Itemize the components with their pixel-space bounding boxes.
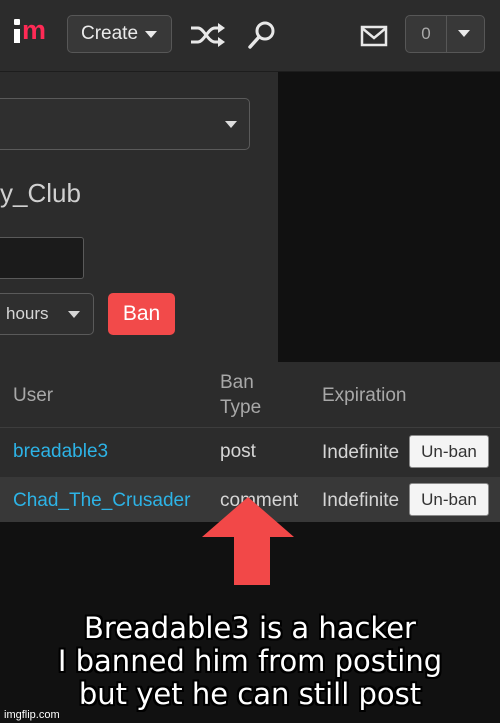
club-name: y_Club (0, 178, 81, 208)
mail-icon[interactable] (360, 25, 388, 47)
stream-select[interactable] (0, 98, 250, 150)
column-header-ban-type: Ban Type (220, 370, 261, 420)
caption-line-2: I banned him from posting (57, 644, 443, 678)
chevron-down-icon[interactable] (458, 30, 470, 37)
dark-side-area (278, 72, 500, 362)
imgflip-watermark: imgflip.com (4, 709, 60, 721)
search-icon[interactable] (246, 19, 278, 51)
column-header-ban-type-line1: Ban (220, 372, 254, 393)
notification-count[interactable]: 0 (406, 16, 447, 52)
row-ban-type: post (220, 441, 256, 462)
caption-line-1: Breadable3 is a hacker (84, 611, 416, 645)
site-logo[interactable]: m (14, 15, 56, 53)
ban-button[interactable]: Ban (108, 293, 175, 335)
create-button-label: Create (81, 23, 139, 44)
notifications-button-group[interactable]: 0 (405, 15, 485, 53)
column-header-user: User (13, 385, 54, 406)
row-user-link[interactable]: Chad_The_Crusader (13, 489, 190, 513)
column-header-ban-type-line2: Type (220, 397, 262, 418)
logo-i-stem (14, 29, 20, 43)
logo-i-dot (14, 19, 20, 25)
create-button[interactable]: Create (67, 15, 172, 53)
caption-line-3: but yet he can still post (78, 677, 422, 711)
top-navigation-bar: m Create 0 (0, 0, 500, 72)
ban-duration-value: hours (6, 304, 49, 323)
ban-duration-select[interactable]: hours (0, 293, 94, 335)
username-input[interactable] (0, 237, 84, 279)
table-header-divider (0, 427, 500, 428)
column-header-expiration: Expiration (322, 385, 407, 406)
row-expiration: Indefinite (322, 490, 400, 511)
row-expiration: Indefinite (322, 442, 400, 463)
red-up-arrow-icon (202, 497, 294, 585)
chevron-down-icon (225, 121, 237, 128)
unban-button[interactable]: Un-ban (409, 435, 489, 468)
shuffle-icon[interactable] (189, 22, 227, 48)
chevron-down-icon (68, 311, 80, 318)
unban-button[interactable]: Un-ban (409, 483, 489, 516)
row-user-link[interactable]: breadable3 (13, 440, 108, 464)
logo-m: m (22, 15, 46, 45)
meme-caption: Breadable3 is a hacker I banned him from… (0, 612, 500, 711)
chevron-down-icon (145, 30, 158, 38)
